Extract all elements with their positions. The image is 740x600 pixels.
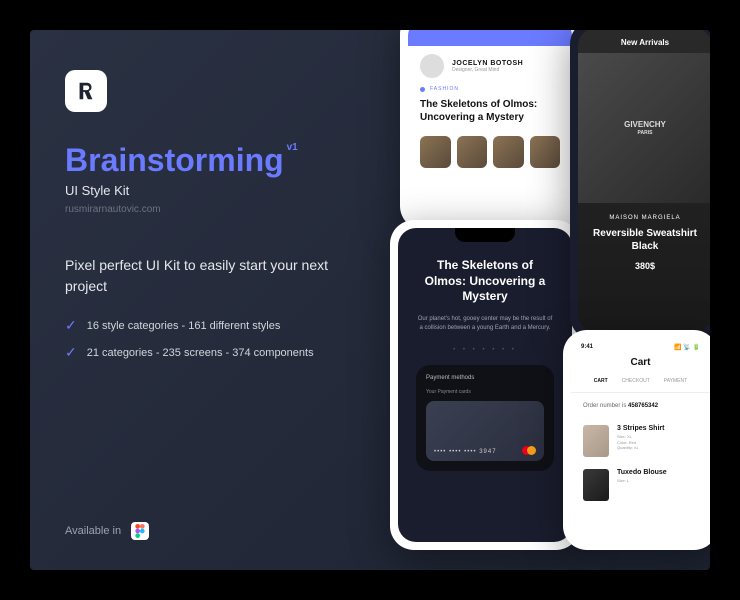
avatar [420, 54, 444, 78]
mastercard-icon [522, 446, 536, 455]
phone-article-light: JOCELYN BOTOSHDesigner, Great Mind FASHI… [400, 30, 580, 230]
phones-panel: JOCELYN BOTOSHDesigner, Great Mind FASHI… [370, 30, 710, 570]
left-panel: Brainstormingv1 UI Style Kit rusmirarnau… [30, 30, 370, 570]
feature-item: ✓21 categories - 235 screens - 374 compo… [65, 344, 350, 361]
figma-icon [131, 522, 149, 540]
check-icon: ✓ [65, 344, 77, 361]
phone-article-dark: The Skeletons of Olmos: Uncovering a Mys… [390, 220, 580, 550]
website-url: rusmirarnautovic.com [65, 204, 350, 215]
footer: Available in [65, 522, 350, 540]
feature-item: ✓16 style categories - 161 different sty… [65, 317, 350, 334]
credit-card: •••• •••• •••• 3947 [426, 401, 544, 461]
brand-logo [65, 70, 107, 112]
main-title: Brainstormingv1 [65, 142, 284, 179]
phone-cart: 9:41📶 📡 🔋 Cart CARTCHECKOUTPAYMENT Order… [563, 330, 710, 550]
promo-canvas: Brainstormingv1 UI Style Kit rusmirarnau… [30, 30, 710, 570]
tagline: Pixel perfect UI Kit to easily start you… [65, 255, 350, 297]
status-icons: 📶 📡 🔋 [674, 344, 700, 351]
phone-product: New Arrivals GIVENCHYPARIS MAISON MARGIE… [570, 30, 710, 340]
check-icon: ✓ [65, 317, 77, 334]
subtitle: UI Style Kit [65, 183, 350, 198]
